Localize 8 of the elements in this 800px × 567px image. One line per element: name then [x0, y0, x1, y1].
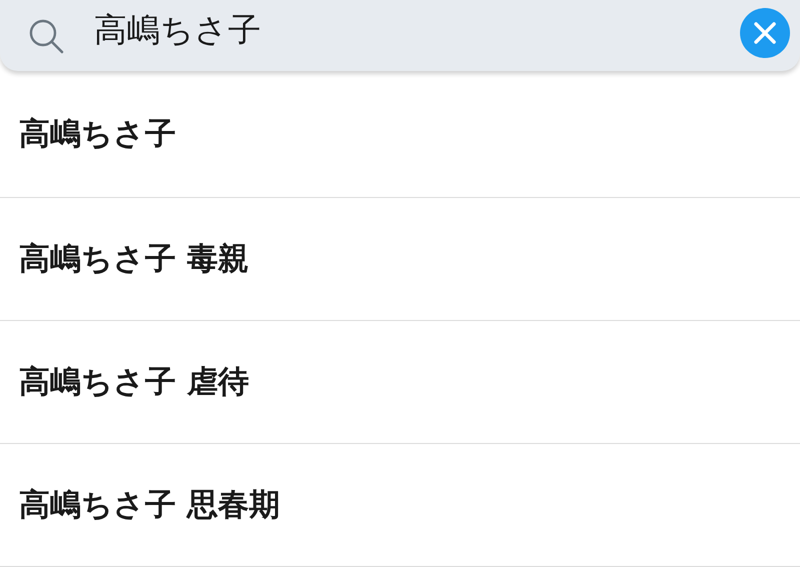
suggestion-item[interactable]: 高嶋ちさ子 毒親	[19, 238, 249, 280]
search-input[interactable]: 高嶋ちさ子	[94, 6, 710, 56]
clear-button[interactable]	[740, 8, 790, 58]
search-field[interactable]: 高嶋ちさ子	[0, 0, 800, 71]
suggestion-item[interactable]: 高嶋ちさ子	[19, 113, 176, 155]
suggestion-item[interactable]: 高嶋ちさ子 虐待	[19, 361, 249, 403]
search-icon	[28, 18, 64, 54]
suggestion-item[interactable]: 高嶋ちさ子 思春期	[19, 484, 280, 526]
